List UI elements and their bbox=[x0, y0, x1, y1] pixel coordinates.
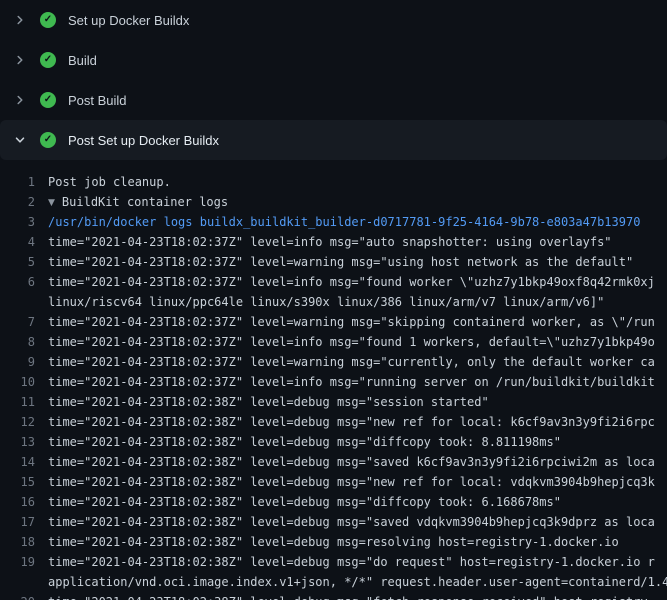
log-line-text: time="2021-04-23T18:02:37Z" level=warnin… bbox=[48, 252, 633, 272]
log-line-number[interactable]: 6 bbox=[0, 272, 48, 292]
group-toggle-icon[interactable]: ▼ bbox=[48, 193, 55, 212]
log-line-text: time="2021-04-23T18:02:37Z" level=warnin… bbox=[48, 352, 655, 372]
log-line-number[interactable] bbox=[0, 572, 48, 592]
log-line-text: time="2021-04-23T18:02:37Z" level=info m… bbox=[48, 272, 655, 292]
log-line-text: time="2021-04-23T18:02:38Z" level=debug … bbox=[48, 432, 561, 452]
log-line-number[interactable]: 2 bbox=[0, 192, 48, 212]
log-line-text: time="2021-04-23T18:02:37Z" level=warnin… bbox=[48, 312, 655, 332]
log-line: 12 time="2021-04-23T18:02:38Z" level=deb… bbox=[0, 412, 667, 432]
step-section-header[interactable]: ✓ Post Set up Docker Buildx bbox=[0, 120, 667, 160]
log-line-number[interactable]: 8 bbox=[0, 332, 48, 352]
log-line-text: /usr/bin/docker logs buildx_buildkit_bui… bbox=[48, 212, 640, 232]
step-sections: ✓ Set up Docker Buildx ✓ Build ✓ Post Bu… bbox=[0, 0, 667, 160]
log-line-number[interactable]: 17 bbox=[0, 512, 48, 532]
step-section-label: Post Build bbox=[68, 93, 127, 108]
log-line: 7 time="2021-04-23T18:02:37Z" level=warn… bbox=[0, 312, 667, 332]
chevron-icon bbox=[12, 132, 28, 148]
log-line-number[interactable]: 16 bbox=[0, 492, 48, 512]
log-line-number[interactable]: 11 bbox=[0, 392, 48, 412]
group-label: BuildKit container logs bbox=[62, 195, 228, 209]
log-output: 1 Post job cleanup. 2 ▼ BuildKit containe… bbox=[0, 160, 667, 600]
log-line-number[interactable]: 13 bbox=[0, 432, 48, 452]
success-check-icon: ✓ bbox=[40, 132, 56, 148]
log-line-number[interactable]: 12 bbox=[0, 412, 48, 432]
log-line-number[interactable]: 5 bbox=[0, 252, 48, 272]
log-line: 19 time="2021-04-23T18:02:38Z" level=deb… bbox=[0, 552, 667, 572]
log-line: 17 time="2021-04-23T18:02:38Z" level=deb… bbox=[0, 512, 667, 532]
chevron-icon bbox=[12, 92, 28, 108]
chevron-icon bbox=[12, 12, 28, 28]
step-section-label: Set up Docker Buildx bbox=[68, 13, 189, 28]
step-section-header[interactable]: ✓ Build bbox=[0, 40, 667, 80]
log-line-text: time="2021-04-23T18:02:38Z" level=debug … bbox=[48, 492, 561, 512]
log-line-number[interactable]: 1 bbox=[0, 172, 48, 192]
success-check-icon: ✓ bbox=[40, 52, 56, 68]
log-line-text: time="2021-04-23T18:02:38Z" level=debug … bbox=[48, 472, 655, 492]
log-line-text: Post job cleanup. bbox=[48, 172, 171, 192]
log-line-number[interactable] bbox=[0, 292, 48, 312]
log-line: 20 time="2021-04-23T18:02:38Z" level=deb… bbox=[0, 592, 667, 600]
log-line-number[interactable]: 9 bbox=[0, 352, 48, 372]
log-line-text: time="2021-04-23T18:02:38Z" level=debug … bbox=[48, 412, 655, 432]
log-line-text: time="2021-04-23T18:02:37Z" level=info m… bbox=[48, 332, 655, 352]
log-line-text: time="2021-04-23T18:02:38Z" level=debug … bbox=[48, 552, 655, 572]
log-line-text: time="2021-04-23T18:02:38Z" level=debug … bbox=[48, 392, 489, 412]
log-line-number[interactable]: 10 bbox=[0, 372, 48, 392]
log-line: 6 time="2021-04-23T18:02:37Z" level=info… bbox=[0, 272, 667, 292]
log-line: 10 time="2021-04-23T18:02:37Z" level=inf… bbox=[0, 372, 667, 392]
log-line: 8 time="2021-04-23T18:02:37Z" level=info… bbox=[0, 332, 667, 352]
success-check-icon: ✓ bbox=[40, 92, 56, 108]
log-line: 11 time="2021-04-23T18:02:38Z" level=deb… bbox=[0, 392, 667, 412]
log-line-number[interactable]: 14 bbox=[0, 452, 48, 472]
step-section-label: Build bbox=[68, 53, 97, 68]
log-line-text: time="2021-04-23T18:02:37Z" level=info m… bbox=[48, 372, 655, 392]
log-line-text: time="2021-04-23T18:02:38Z" level=debug … bbox=[48, 512, 655, 532]
log-line-continuation: application/vnd.oci.image.index.v1+json,… bbox=[0, 572, 667, 592]
log-line-text: linux/riscv64 linux/ppc64le linux/s390x … bbox=[48, 292, 604, 312]
log-line-number[interactable]: 15 bbox=[0, 472, 48, 492]
log-line-number[interactable]: 3 bbox=[0, 212, 48, 232]
step-section-label: Post Set up Docker Buildx bbox=[68, 133, 219, 148]
log-line: 4 time="2021-04-23T18:02:37Z" level=info… bbox=[0, 232, 667, 252]
step-section-header[interactable]: ✓ Set up Docker Buildx bbox=[0, 0, 667, 40]
step-section-header[interactable]: ✓ Post Build bbox=[0, 80, 667, 120]
log-line-number[interactable]: 19 bbox=[0, 552, 48, 572]
log-line-text: time="2021-04-23T18:02:37Z" level=info m… bbox=[48, 232, 612, 252]
log-line: 14 time="2021-04-23T18:02:38Z" level=deb… bbox=[0, 452, 667, 472]
log-line[interactable]: 2 ▼ BuildKit container logs bbox=[0, 192, 667, 212]
log-line-text: time="2021-04-23T18:02:38Z" level=debug … bbox=[48, 452, 655, 472]
log-line: 5 time="2021-04-23T18:02:37Z" level=warn… bbox=[0, 252, 667, 272]
log-line: 15 time="2021-04-23T18:02:38Z" level=deb… bbox=[0, 472, 667, 492]
log-line: 16 time="2021-04-23T18:02:38Z" level=deb… bbox=[0, 492, 667, 512]
log-line-number[interactable]: 7 bbox=[0, 312, 48, 332]
log-line-number[interactable]: 18 bbox=[0, 532, 48, 552]
log-line-text: ▼ BuildKit container logs bbox=[48, 192, 228, 212]
log-line-number[interactable]: 20 bbox=[0, 592, 48, 600]
success-check-icon: ✓ bbox=[40, 12, 56, 28]
log-line: 3 /usr/bin/docker logs buildx_buildkit_b… bbox=[0, 212, 667, 232]
log-line: 9 time="2021-04-23T18:02:37Z" level=warn… bbox=[0, 352, 667, 372]
actions-log-viewer: ✓ Set up Docker Buildx ✓ Build ✓ Post Bu… bbox=[0, 0, 667, 600]
log-line-text: time="2021-04-23T18:02:38Z" level=debug … bbox=[48, 592, 655, 600]
log-line-number[interactable]: 4 bbox=[0, 232, 48, 252]
log-line: 1 Post job cleanup. bbox=[0, 172, 667, 192]
log-line-text: time="2021-04-23T18:02:38Z" level=debug … bbox=[48, 532, 619, 552]
chevron-icon bbox=[12, 52, 28, 68]
log-line-continuation: linux/riscv64 linux/ppc64le linux/s390x … bbox=[0, 292, 667, 312]
log-line: 13 time="2021-04-23T18:02:38Z" level=deb… bbox=[0, 432, 667, 452]
log-line: 18 time="2021-04-23T18:02:38Z" level=deb… bbox=[0, 532, 667, 552]
log-line-text: application/vnd.oci.image.index.v1+json,… bbox=[48, 572, 667, 592]
